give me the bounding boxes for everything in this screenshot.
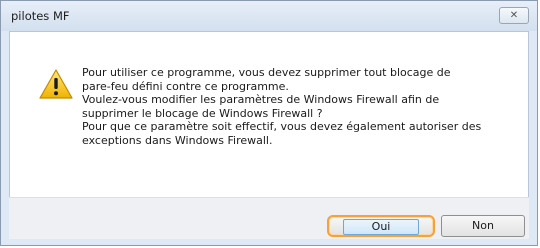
yes-button-label: Oui (343, 219, 419, 235)
message-line: supprimer le blocage de Windows Firewall… (82, 106, 323, 120)
no-button-label: Non (472, 219, 494, 232)
warning-icon (39, 69, 73, 99)
close-icon: ✕ (509, 10, 519, 21)
dialog-window: pilotes MF ✕ Pour utiliser ce programme,… (0, 0, 538, 246)
button-bar: Oui Non (9, 197, 529, 239)
title-bar[interactable]: pilotes MF ✕ (1, 1, 537, 31)
window-title: pilotes MF (11, 9, 70, 23)
message-line: Pour utiliser ce programme, vous devez s… (82, 66, 451, 79)
yes-button[interactable]: Oui (327, 215, 435, 237)
message-line: Pour que ce paramètre soit effectif, vou… (82, 120, 482, 133)
dialog-content: Pour utiliser ce programme, vous devez s… (9, 31, 529, 197)
message-line: pare-feu défini contre ce programme. (82, 79, 289, 93)
no-button[interactable]: Non (441, 215, 525, 237)
message-line: exceptions dans Windows Firewall. (82, 133, 273, 147)
message-text: Pour utiliser ce programme, vous devez s… (82, 66, 522, 147)
close-button[interactable]: ✕ (499, 7, 529, 24)
message-line: Voulez-vous modifier les paramètres de W… (82, 93, 440, 106)
